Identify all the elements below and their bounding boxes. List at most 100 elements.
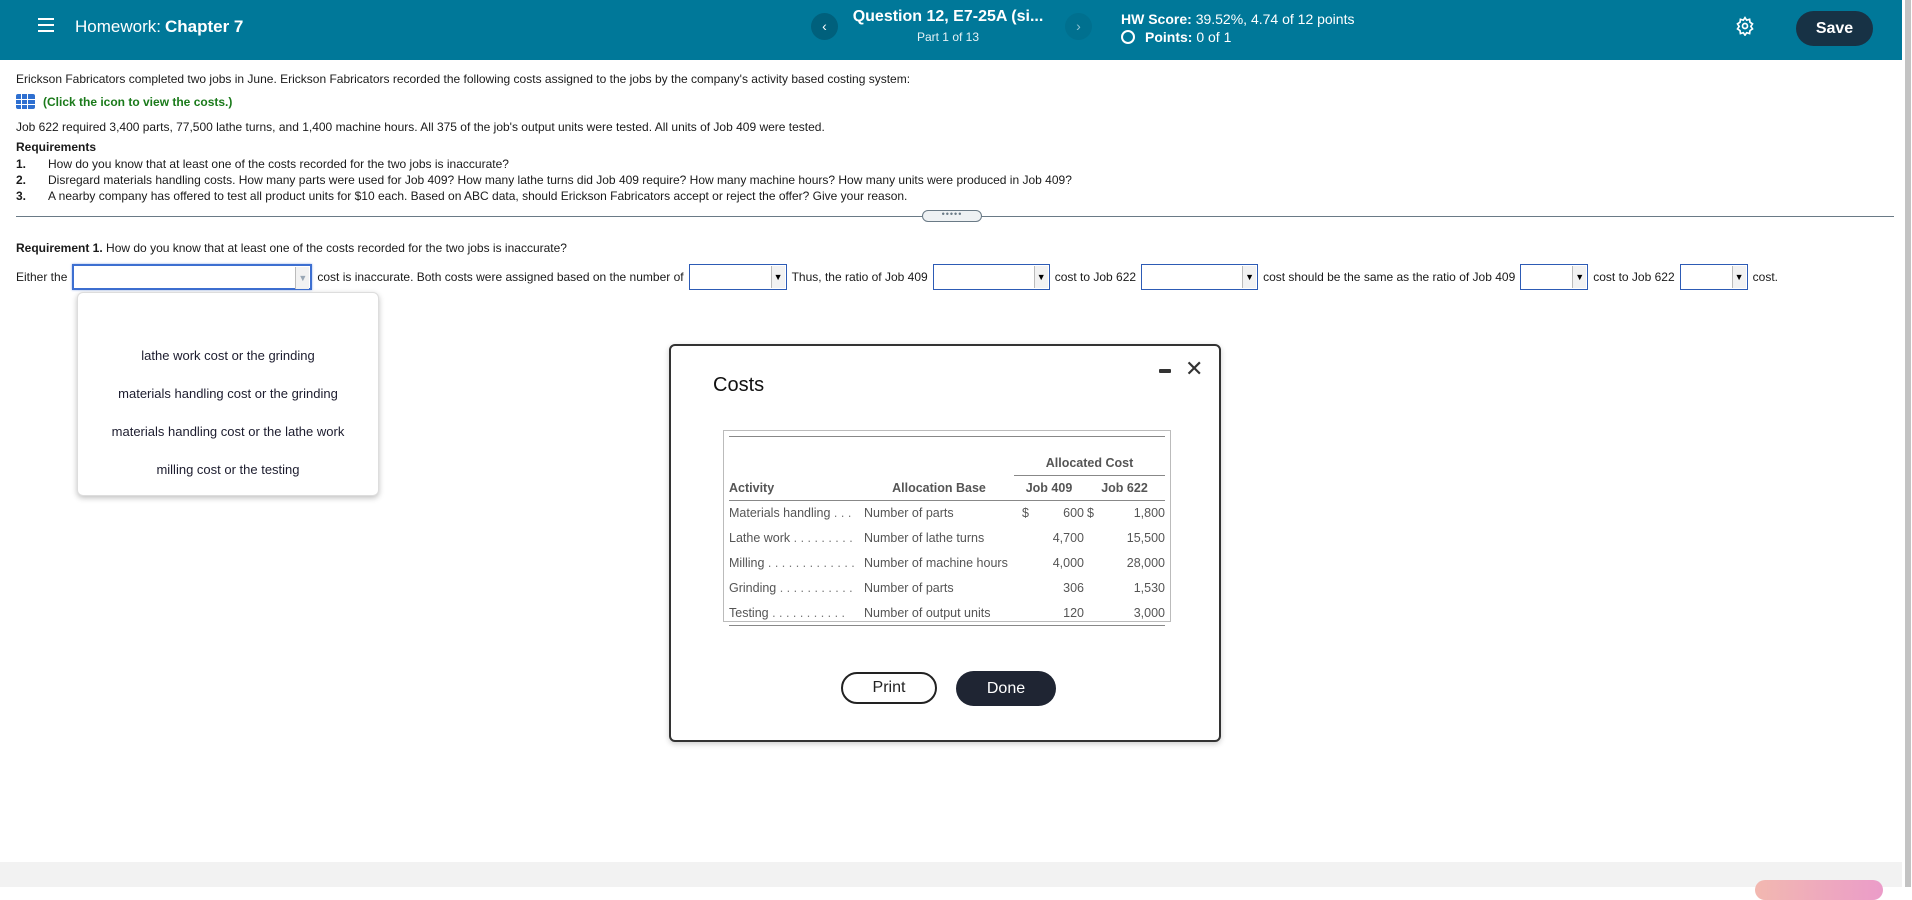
column-header: Job 409 <box>1014 475 1084 501</box>
currency-cell <box>1014 576 1034 601</box>
question-title: Question 12, E7-25A (si... <box>852 8 1044 25</box>
check-answer-button[interactable] <box>1755 880 1883 900</box>
view-costs-link-text[interactable]: (Click the icon to view the costs.) <box>43 95 232 109</box>
print-button[interactable]: Print <box>841 672 937 704</box>
allocated-cost-header: Allocated Cost <box>1014 450 1165 476</box>
job409-cell: 4,700 <box>1052 531 1084 545</box>
homework-label: Homework: <box>75 17 161 36</box>
minimize-icon[interactable] <box>1159 369 1171 373</box>
cost-pair-dropdown[interactable]: ▼ <box>72 264 313 290</box>
save-button[interactable]: Save <box>1796 11 1873 46</box>
activity-cell: Lathe work <box>729 531 791 545</box>
dropdown-option[interactable]: lathe work cost or the grinding <box>78 348 378 363</box>
requirement-item: 2. Disregard materials handling costs. Ho… <box>16 172 1072 188</box>
allocation-base-cell: Number of output units <box>864 600 1014 626</box>
points-value: 0 of 1 <box>1196 29 1232 45</box>
table-row: Grinding . . . . . . . . . . . Number of… <box>729 576 1165 601</box>
sentence-text: cost to Job 622 <box>1593 270 1675 284</box>
currency-cell: $ <box>1087 506 1094 521</box>
allocation-base-cell: Number of machine hours <box>864 556 1008 570</box>
sentence-text: Thus, the ratio of Job 409 <box>791 270 928 284</box>
job622-cost-dropdown-1[interactable]: ▼ <box>1141 264 1259 290</box>
gear-icon[interactable] <box>1735 16 1755 36</box>
sentence-text: cost is inaccurate. Both costs were assi… <box>317 270 684 284</box>
table-row: Lathe work . . . . . . . . . Number of l… <box>729 526 1165 551</box>
scrollbar-thumb[interactable] <box>1905 0 1911 887</box>
requirement1-label: Requirement 1. <box>16 241 103 255</box>
leader-dots: . . . <box>830 506 852 521</box>
requirements-title: Requirements <box>16 140 97 154</box>
view-costs-link[interactable]: (Click the icon to view the costs.) <box>16 94 232 109</box>
currency-cell <box>1084 600 1104 626</box>
job409-cell: 4,000 <box>1052 556 1084 570</box>
leader-dots: . . . . . . . . . . . . . <box>764 556 855 570</box>
requirement1-question: Requirement 1. How do you know that at l… <box>16 241 567 255</box>
dropdown-arrow-icon: ▼ <box>1033 266 1048 288</box>
activity-cell: Materials handling <box>729 506 831 521</box>
job409-cell: 120 <box>1034 600 1084 626</box>
currency-cell <box>1014 526 1034 551</box>
next-question-button[interactable]: › <box>1065 13 1092 40</box>
currency-cell <box>1084 526 1104 551</box>
requirements-list: 1. How do you know that at least one of t… <box>16 156 1072 204</box>
requirement1-text: How do you know that at least one of the… <box>106 241 567 255</box>
requirement-number: 1. <box>16 157 27 171</box>
modal-title: Costs <box>713 374 765 396</box>
table-row: Milling . . . . . . . . . . . . . Number… <box>729 551 1165 576</box>
done-button[interactable]: Done <box>956 671 1056 706</box>
dropdown-arrow-icon: ▼ <box>1572 266 1587 288</box>
activity-cell: Grinding <box>729 581 777 595</box>
leader-dots: . . . . . . . . . . . <box>776 581 853 595</box>
chevron-left-icon: ‹ <box>822 18 827 34</box>
points-label: Points: <box>1145 29 1193 45</box>
top-bar: Homework: Chapter 7 ‹ Question 12, E7-25A… <box>0 0 1902 60</box>
allocation-base-cell: Number of lathe turns <box>864 531 985 545</box>
footer-bar <box>0 862 1902 887</box>
dropdown-arrow-icon: ▼ <box>770 266 785 288</box>
job622-cell: 1,800 <box>1133 506 1165 521</box>
job622-cost-dropdown-2[interactable]: ▼ <box>1679 264 1748 290</box>
currency-cell <box>1084 576 1104 601</box>
hw-score-label: HW Score: <box>1121 11 1192 27</box>
dropdown-option[interactable]: milling cost or the testing <box>78 462 378 477</box>
requirement-text: How do you know that at least one of the… <box>48 157 509 171</box>
requirement-item: 1. How do you know that at least one of t… <box>16 156 1072 172</box>
dropdown-arrow-icon: ▼ <box>1242 266 1257 288</box>
chapter-name: Chapter 7 <box>164 17 244 36</box>
sentence-text: Either the <box>16 270 68 284</box>
sentence-text: cost. <box>1752 270 1778 284</box>
answer-sentence: Either the ▼ cost is inaccurate. Both co… <box>16 264 1783 290</box>
hw-score: HW Score: 39.52%, 4.74 of 12 points <box>1121 11 1354 27</box>
problem-intro: Erickson Fabricators completed two jobs … <box>16 72 911 86</box>
allocation-base-dropdown[interactable]: ▼ <box>688 264 787 290</box>
previous-question-button[interactable]: ‹ <box>811 13 838 40</box>
divider-resize-handle[interactable]: ••••• <box>922 210 982 222</box>
close-icon[interactable]: ✕ <box>1185 356 1203 382</box>
job409-cell: 306 <box>1063 581 1084 595</box>
dropdown-option[interactable]: materials handling cost or the grinding <box>78 386 378 401</box>
points: Points: 0 of 1 <box>1121 29 1231 45</box>
dropdown-arrow-icon: ▼ <box>295 267 310 289</box>
cost-pair-dropdown-menu: lathe work cost or the grinding material… <box>77 292 379 496</box>
currency-cell: $ <box>1022 506 1029 521</box>
activity-cell: Testing <box>729 605 769 620</box>
question-part: Part 1 of 13 <box>916 30 980 44</box>
column-header: Job 622 <box>1084 475 1165 501</box>
column-header: Activity <box>729 475 864 501</box>
dropdown-option[interactable]: materials handling cost or the lathe wor… <box>78 424 378 439</box>
scrollbar-track[interactable] <box>1902 0 1912 887</box>
column-header: Allocation Base <box>864 475 1014 501</box>
job622-cell: 3,000 <box>1104 600 1165 626</box>
job409-cost-dropdown-2[interactable]: ▼ <box>1520 264 1589 290</box>
currency-cell <box>1014 551 1034 576</box>
job622-cell: 15,500 <box>1126 531 1165 545</box>
requirement-item: 3. A nearby company has offered to test a… <box>16 188 1072 204</box>
cost-table-container: Allocated Cost Activity Allocation Base … <box>723 430 1171 626</box>
job622-cell: 1,530 <box>1133 581 1165 595</box>
costs-modal: Costs ✕ Allocated Cost Activity Allocati… <box>669 344 1221 742</box>
job409-cost-dropdown-1[interactable]: ▼ <box>932 264 1050 290</box>
hw-score-value: 39.52%, 4.74 of 12 points <box>1195 11 1355 27</box>
hamburger-menu-icon[interactable] <box>38 18 54 34</box>
cost-table: Allocated Cost Activity Allocation Base … <box>729 436 1165 626</box>
table-grid-icon[interactable] <box>16 94 35 109</box>
